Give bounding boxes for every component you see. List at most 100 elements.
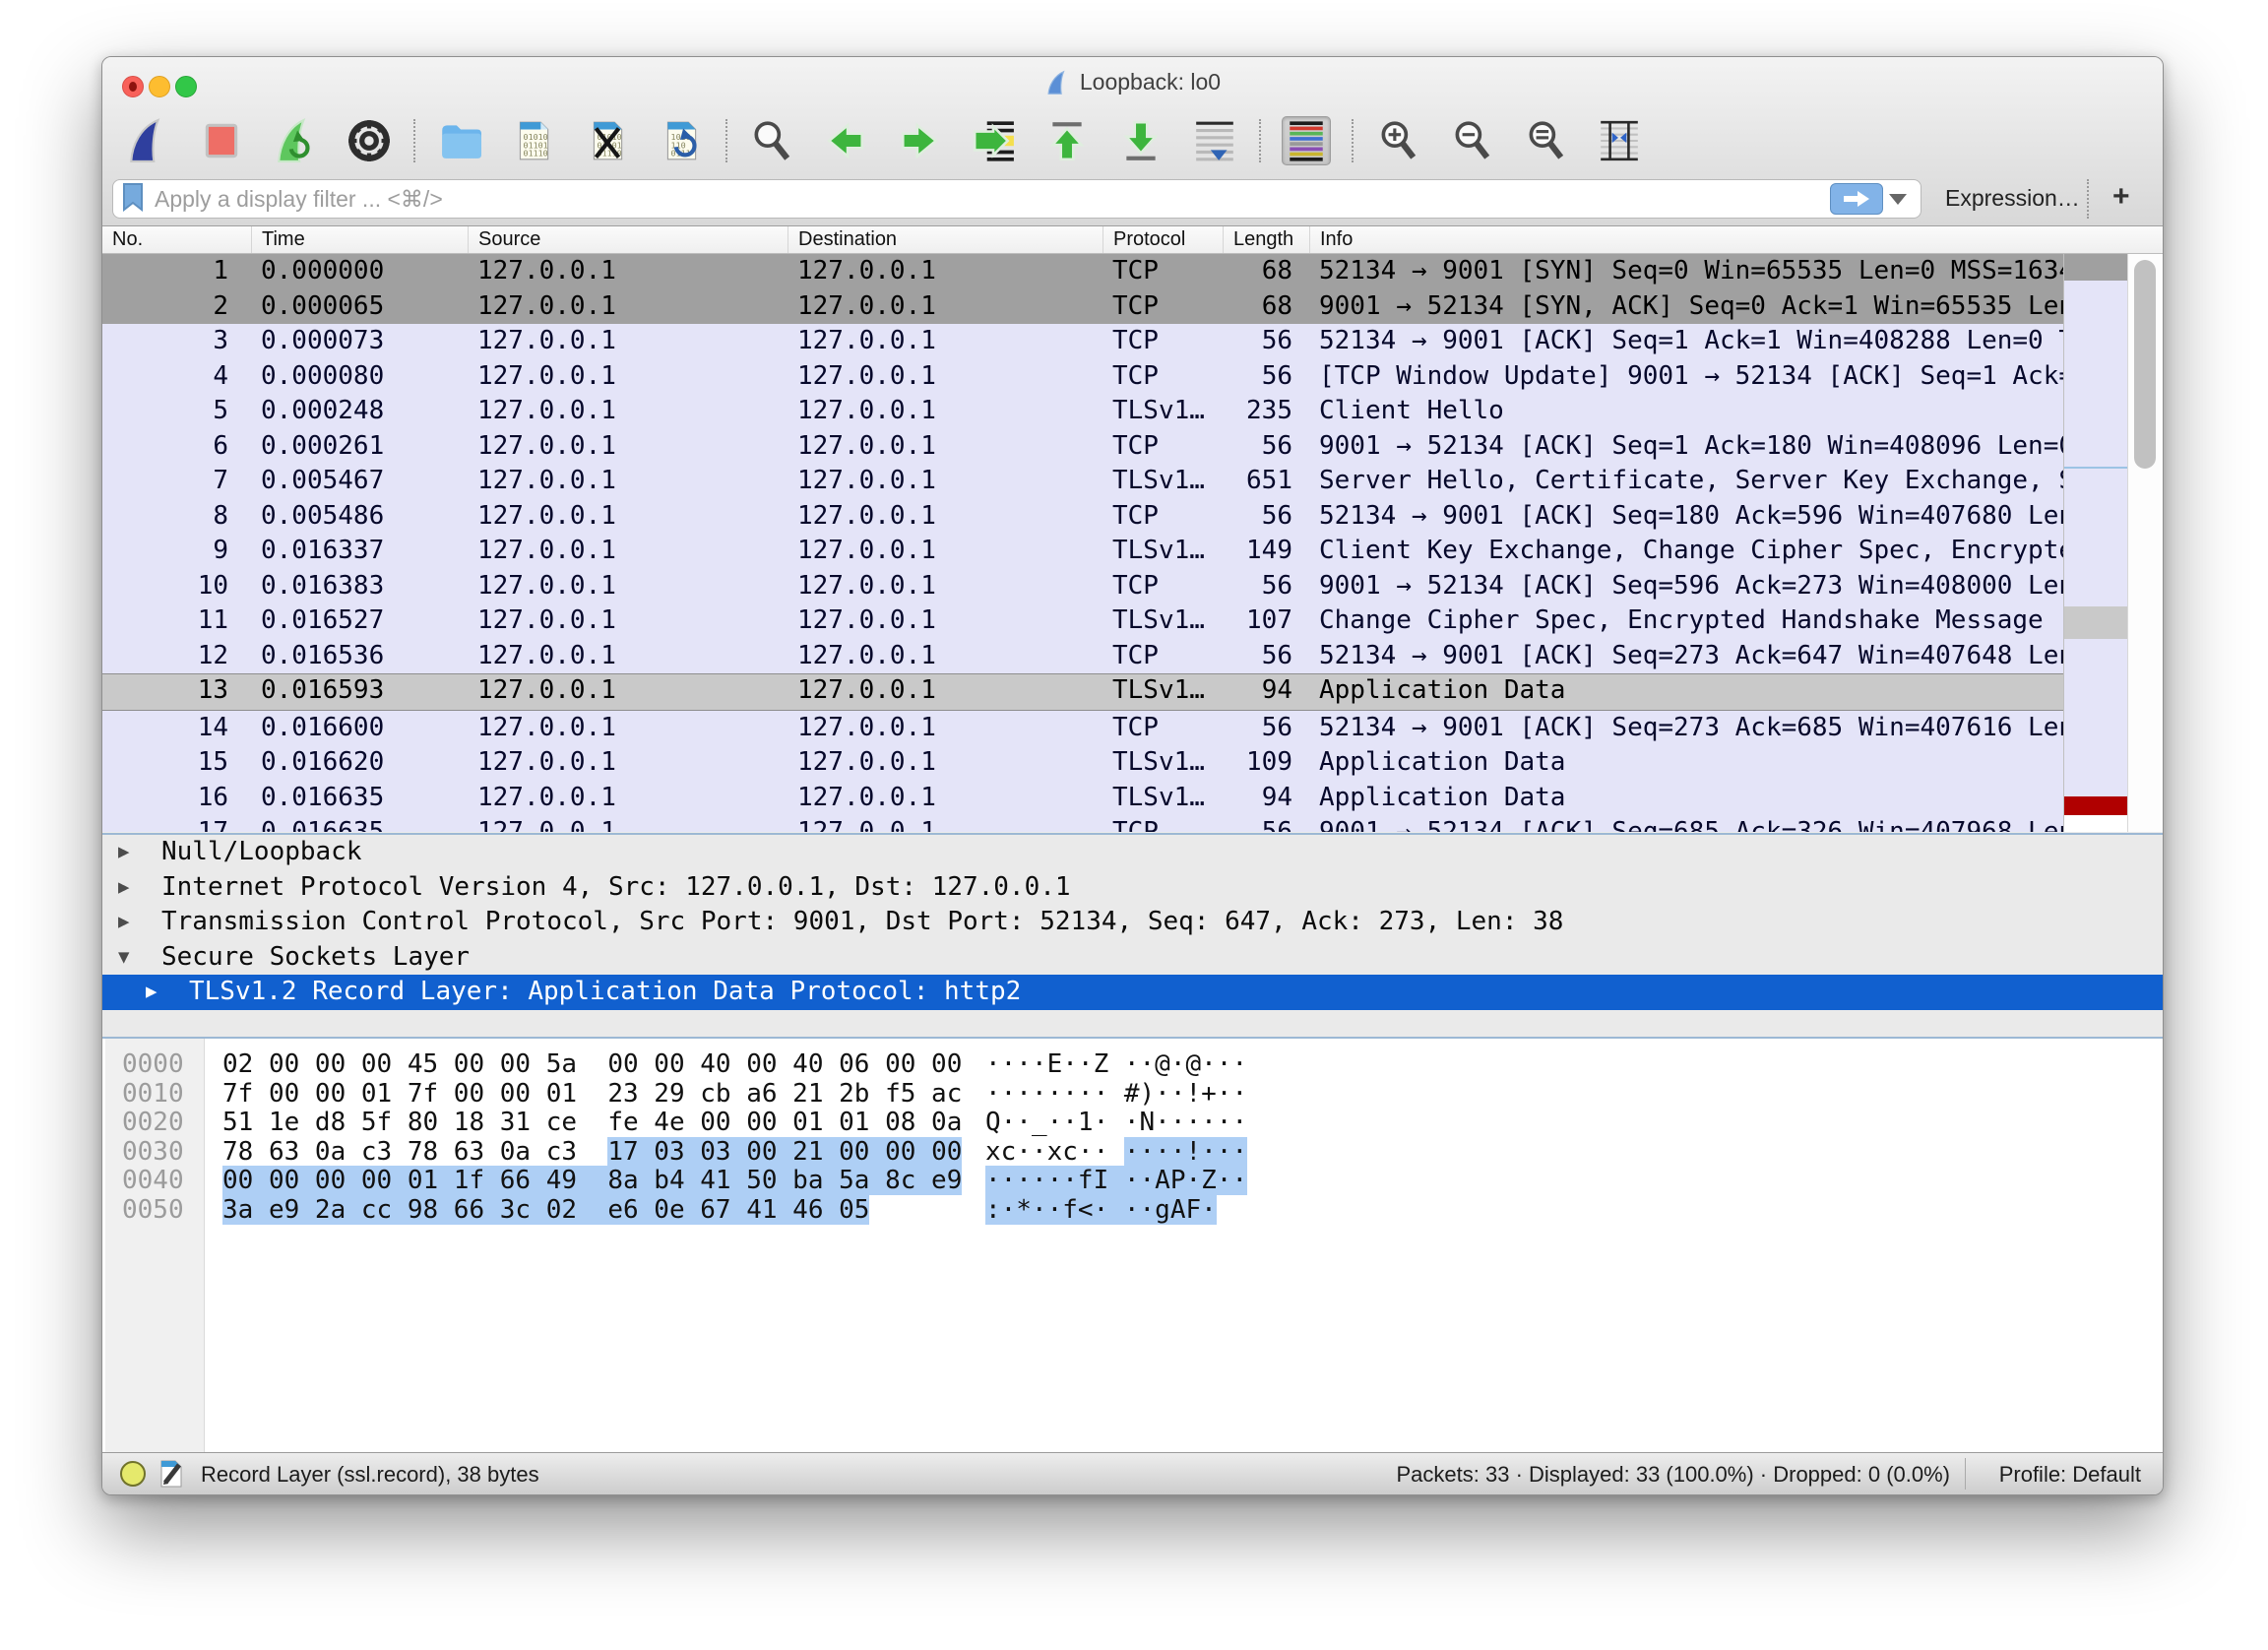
- expression-button[interactable]: Expression…: [1945, 185, 2080, 212]
- packet-row[interactable]: 170.016635127.0.0.1127.0.0.1TCP569001 → …: [102, 815, 2063, 832]
- packet-row[interactable]: 30.000073127.0.0.1127.0.0.1TCP5652134 → …: [102, 324, 2063, 359]
- cell-info: Client Hello: [1310, 394, 2063, 429]
- packet-row[interactable]: 50.000248127.0.0.1127.0.0.1TLSv1…235Clie…: [102, 394, 2063, 429]
- packet-row[interactable]: 20.000065127.0.0.1127.0.0.1TCP689001 → 5…: [102, 289, 2063, 325]
- column-header-info[interactable]: Info: [1310, 226, 2163, 253]
- save-file-button[interactable]: 010100110101110: [510, 117, 557, 164]
- packet-row[interactable]: 120.016536127.0.0.1127.0.0.1TCP5652134 →…: [102, 639, 2063, 674]
- stop-capture-button[interactable]: [198, 117, 245, 164]
- packet-row[interactable]: 160.016635127.0.0.1127.0.0.1TLSv1…94Appl…: [102, 781, 2063, 816]
- column-header-length[interactable]: Length: [1224, 226, 1310, 253]
- cell-no: 14: [102, 711, 252, 746]
- cell-src: 127.0.0.1: [469, 289, 788, 325]
- hex-row[interactable]: 003078 63 0a c3 78 63 0a c3 17 03 03 00 …: [102, 1138, 2163, 1168]
- packet-row[interactable]: 60.000261127.0.0.1127.0.0.1TCP569001 → 5…: [102, 429, 2063, 465]
- hex-row[interactable]: 000002 00 00 00 45 00 00 5a 00 00 40 00 …: [102, 1050, 2163, 1080]
- reload-file-button[interactable]: 10101100111: [658, 117, 705, 164]
- zoom-out-button[interactable]: [1448, 117, 1495, 164]
- start-capture-button[interactable]: [124, 117, 171, 164]
- detail-row[interactable]: ▶Null/Loopback: [102, 835, 2163, 870]
- cell-proto: TCP: [1103, 254, 1224, 289]
- twisty-icon[interactable]: ▶: [118, 870, 129, 906]
- column-header-source[interactable]: Source: [469, 226, 788, 253]
- detail-row[interactable]: ▶ Internet Protocol Version 4, Src: 127.0…: [102, 870, 2163, 906]
- colorize-packets-button[interactable]: [1282, 116, 1331, 165]
- detail-row[interactable]: ▶TLSv1.2 Record Layer: Application Data …: [102, 975, 2163, 1010]
- twisty-icon[interactable]: ▶: [118, 835, 129, 870]
- twisty-icon[interactable]: ▼: [118, 940, 129, 976]
- hex-text: 7f 00 00 01 7f 00 00 01 23 29 cb a6 21 2…: [222, 1079, 962, 1109]
- cell-proto: TCP: [1103, 499, 1224, 535]
- expert-info-icon[interactable]: [120, 1461, 146, 1487]
- packet-row[interactable]: 130.016593127.0.0.1127.0.0.1TLSv1…94Appl…: [102, 673, 2063, 711]
- hex-lines[interactable]: 000002 00 00 00 45 00 00 5a 00 00 40 00 …: [102, 1050, 2163, 1225]
- apply-filter-button[interactable]: [1830, 183, 1883, 215]
- detail-text: Internet Protocol Version 4, Src: 127.0.…: [161, 870, 1071, 906]
- packet-row[interactable]: 80.005486127.0.0.1127.0.0.1TCP5652134 → …: [102, 499, 2063, 535]
- add-filter-button[interactable]: +: [2112, 180, 2130, 214]
- packet-row[interactable]: 90.016337127.0.0.1127.0.0.1TLSv1…149Clie…: [102, 534, 2063, 569]
- cell-no: 15: [102, 745, 252, 781]
- capture-options-button[interactable]: [346, 117, 393, 164]
- auto-scroll-button[interactable]: [1191, 117, 1238, 164]
- cell-len: 56: [1224, 429, 1310, 465]
- packet-rows: 10.000000127.0.0.1127.0.0.1TCP6852134 → …: [102, 254, 2063, 832]
- cell-len: 107: [1224, 603, 1310, 639]
- cell-info: [TCP Window Update] 9001 → 52134 [ACK] S…: [1310, 359, 2063, 395]
- scrollmap-segment: [2064, 639, 2127, 796]
- filter-history-dropdown[interactable]: [1889, 194, 1907, 205]
- hex-row[interactable]: 004000 00 00 00 01 1f 66 49 8a b4 41 50 …: [102, 1167, 2163, 1196]
- go-forward-button[interactable]: [896, 117, 943, 164]
- hex-row[interactable]: 002051 1e d8 5f 80 18 31 ce fe 4e 00 00 …: [102, 1109, 2163, 1138]
- scrollbar-thumb[interactable]: [2134, 260, 2156, 469]
- hex-row[interactable]: 00503a e9 2a cc 98 66 3c 02 e6 0e 67 41 …: [102, 1196, 2163, 1226]
- column-header-protocol[interactable]: Protocol: [1103, 226, 1224, 253]
- hex-text: 0050: [122, 1196, 184, 1226]
- capture-comment-icon[interactable]: [158, 1459, 185, 1494]
- cell-len: 68: [1224, 289, 1310, 325]
- go-to-packet-button[interactable]: [970, 117, 1017, 164]
- packet-row[interactable]: 100.016383127.0.0.1127.0.0.1TCP569001 → …: [102, 569, 2063, 604]
- scrollmap-segment: [2064, 815, 2127, 832]
- twisty-icon[interactable]: ▶: [146, 975, 157, 1010]
- zoom-in-button[interactable]: [1374, 117, 1421, 164]
- packet-row[interactable]: 70.005467127.0.0.1127.0.0.1TLSv1…651Serv…: [102, 464, 2063, 499]
- hex-text: ····E··Z ··@·@···: [985, 1049, 1247, 1079]
- go-first-button[interactable]: [1043, 117, 1091, 164]
- status-profile[interactable]: Profile: Default: [1999, 1462, 2141, 1488]
- titlebar[interactable]: Loopback: lo0: [102, 57, 2163, 106]
- hex-row[interactable]: 00107f 00 00 01 7f 00 00 01 23 29 cb a6 …: [102, 1080, 2163, 1110]
- detail-row[interactable]: ▶Transmission Control Protocol, Src Port…: [102, 905, 2163, 940]
- packet-row[interactable]: 140.016600127.0.0.1127.0.0.1TCP5652134 →…: [102, 711, 2063, 746]
- main-toolbar: 010100110101110 010100110101110 10101100…: [102, 108, 1670, 173]
- go-back-button[interactable]: [822, 117, 869, 164]
- packet-list-scrollbar[interactable]: [2127, 254, 2163, 832]
- twisty-icon[interactable]: ▶: [118, 905, 129, 940]
- packet-row[interactable]: 10.000000127.0.0.1127.0.0.1TCP6852134 → …: [102, 254, 2063, 289]
- packet-list-header[interactable]: No. Time Source Destination Protocol Len…: [102, 226, 2163, 254]
- open-file-button[interactable]: [436, 117, 483, 164]
- cell-time: 0.016536: [252, 639, 469, 674]
- packet-row[interactable]: 40.000080127.0.0.1127.0.0.1TCP56[TCP Win…: [102, 359, 2063, 395]
- display-filter-input[interactable]: Apply a display filter ... <⌘/>: [112, 179, 1922, 219]
- hex-ascii: Q··_··1· ·N······: [985, 1109, 1247, 1138]
- cell-time: 0.016337: [252, 534, 469, 569]
- cell-proto: TCP: [1103, 815, 1224, 832]
- column-header-no[interactable]: No.: [102, 226, 252, 253]
- bookmark-icon[interactable]: [121, 182, 145, 217]
- packet-row[interactable]: 150.016620127.0.0.1127.0.0.1TLSv1…109App…: [102, 745, 2063, 781]
- close-file-button[interactable]: 010100110101110: [584, 117, 631, 164]
- column-header-destination[interactable]: Destination: [788, 226, 1103, 253]
- column-header-time[interactable]: Time: [252, 226, 469, 253]
- intelligent-scrollbar-map[interactable]: [2063, 254, 2127, 832]
- cell-dst: 127.0.0.1: [788, 394, 1103, 429]
- restart-capture-button[interactable]: [272, 117, 319, 164]
- zoom-normal-button[interactable]: [1522, 117, 1569, 164]
- find-packet-button[interactable]: [748, 117, 795, 164]
- go-last-button[interactable]: [1117, 117, 1165, 164]
- resize-columns-button[interactable]: [1596, 117, 1643, 164]
- detail-row[interactable]: ▼Secure Sockets Layer: [102, 940, 2163, 976]
- cell-info: 9001 → 52134 [ACK] Seq=685 Ack=326 Win=4…: [1310, 815, 2063, 832]
- hex-selected-bytes: 17 03 03 00 21 00 00 00: [607, 1137, 962, 1167]
- packet-row[interactable]: 110.016527127.0.0.1127.0.0.1TLSv1…107Cha…: [102, 603, 2063, 639]
